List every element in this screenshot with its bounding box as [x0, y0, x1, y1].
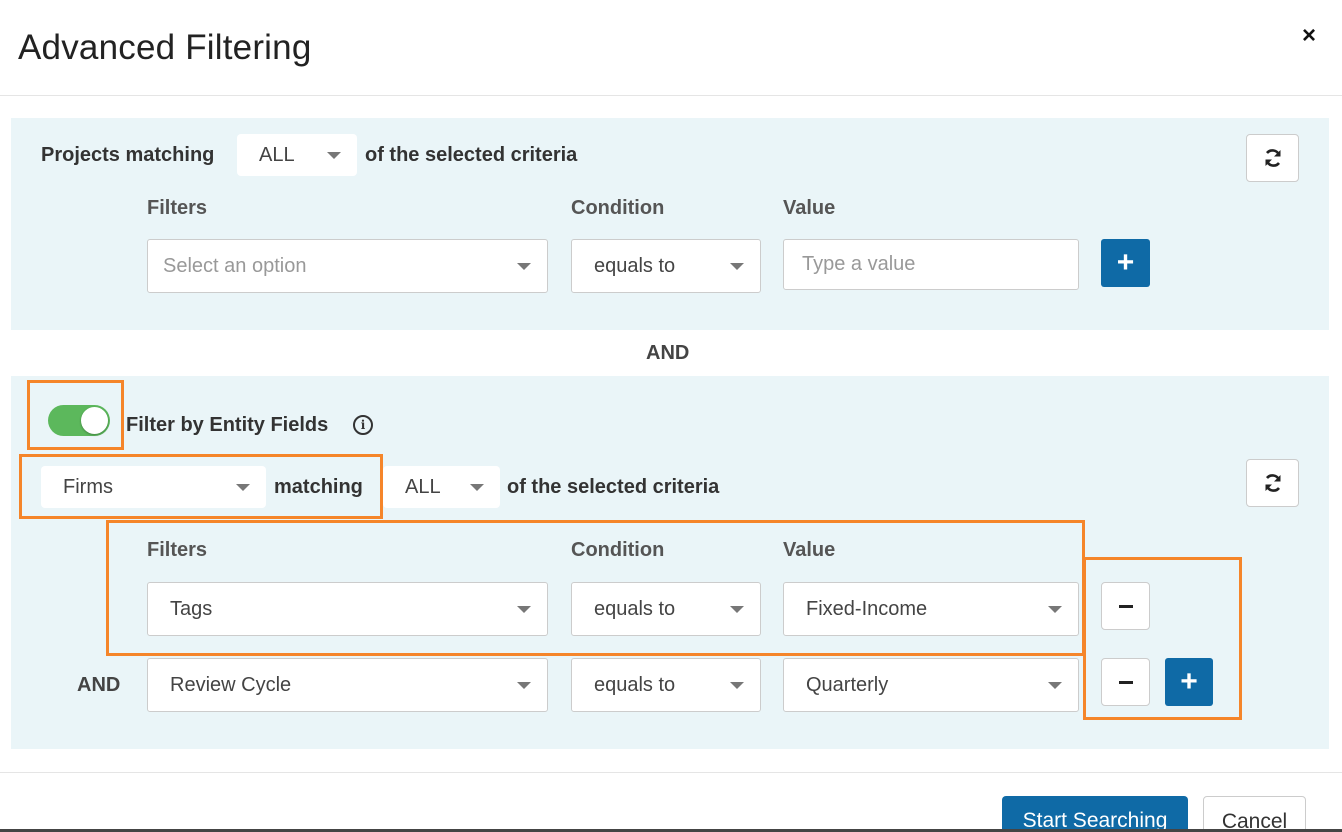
- header-divider: [0, 95, 1342, 96]
- projects-condition-header: Condition: [571, 197, 665, 219]
- chevron-down-icon: [730, 606, 744, 613]
- entity-type-select[interactable]: Firms: [41, 466, 266, 508]
- refresh-icon: [1265, 149, 1280, 167]
- refresh-icon: [1265, 474, 1280, 492]
- start-searching-button[interactable]: Start Searching: [1002, 796, 1188, 832]
- entity-row-2-filter-select[interactable]: Review Cycle: [147, 658, 548, 712]
- chevron-down-icon: [730, 682, 744, 689]
- toggle-knob: [81, 407, 108, 434]
- projects-criteria-suffix: of the selected criteria: [365, 144, 578, 166]
- chevron-down-icon: [1048, 682, 1062, 689]
- projects-value-header: Value: [783, 197, 836, 219]
- entity-row-1-condition-select[interactable]: equals to: [571, 582, 761, 636]
- footer-divider: [0, 772, 1342, 773]
- entity-refresh-button[interactable]: [1246, 459, 1299, 507]
- plus-icon: +: [1116, 246, 1135, 279]
- projects-condition-select[interactable]: equals to: [571, 239, 761, 293]
- chevron-down-icon: [236, 484, 250, 491]
- entity-add-filter-button[interactable]: +: [1165, 658, 1213, 706]
- entity-toggle-label: Filter by Entity Fields: [126, 414, 329, 436]
- close-button[interactable]: ×: [1302, 24, 1316, 48]
- chevron-down-icon: [517, 263, 531, 270]
- projects-condition-value: equals to: [594, 254, 676, 277]
- entity-row-1-filter-value: Tags: [170, 597, 213, 620]
- entity-filters-header: Filters: [147, 539, 208, 561]
- entity-row-1-filter-select[interactable]: Tags: [147, 582, 548, 636]
- entity-fields-toggle[interactable]: [48, 405, 110, 436]
- projects-match-mode-select[interactable]: ALL: [237, 134, 357, 176]
- cancel-button[interactable]: Cancel: [1203, 796, 1306, 832]
- entity-matching-label: matching: [274, 476, 363, 498]
- projects-filters-header: Filters: [147, 197, 208, 219]
- projects-match-mode-value: ALL: [259, 143, 295, 166]
- info-icon[interactable]: i: [353, 415, 373, 435]
- entity-match-mode-select[interactable]: ALL: [383, 466, 500, 508]
- modal-title: Advanced Filtering: [18, 28, 312, 67]
- entity-value-header: Value: [783, 539, 836, 561]
- chevron-down-icon: [327, 152, 341, 159]
- entity-row-2-joiner: AND: [77, 674, 121, 696]
- section-joiner-label: AND: [646, 342, 690, 364]
- chevron-down-icon: [1048, 606, 1062, 613]
- chevron-down-icon: [517, 606, 531, 613]
- projects-filter-placeholder: Select an option: [163, 254, 307, 277]
- chevron-down-icon: [517, 682, 531, 689]
- entity-row-1-condition-value: equals to: [594, 597, 676, 620]
- projects-value-input[interactable]: [783, 239, 1079, 290]
- entity-condition-header: Condition: [571, 539, 665, 561]
- info-glyph: i: [360, 418, 366, 432]
- plus-icon: +: [1180, 665, 1198, 698]
- entity-row-2-value: Quarterly: [806, 673, 889, 696]
- entity-row-1-value-select[interactable]: Fixed-Income: [783, 582, 1079, 636]
- minus-icon: [1118, 680, 1133, 684]
- entity-row-2-remove-button[interactable]: [1101, 658, 1150, 706]
- entity-row-2-condition-value: equals to: [594, 673, 676, 696]
- entity-criteria-suffix: of the selected criteria: [507, 476, 720, 498]
- minus-icon: [1118, 604, 1133, 608]
- projects-filter-select[interactable]: Select an option: [147, 239, 548, 293]
- entity-row-1-value: Fixed-Income: [806, 597, 928, 620]
- entity-row-2-condition-select[interactable]: equals to: [571, 658, 761, 712]
- entity-row-1-remove-button[interactable]: [1101, 582, 1150, 630]
- entity-row-2-filter-value: Review Cycle: [170, 673, 292, 696]
- projects-matching-label: Projects matching: [41, 144, 215, 166]
- projects-add-filter-button[interactable]: +: [1101, 239, 1150, 287]
- chevron-down-icon: [470, 484, 484, 491]
- projects-refresh-button[interactable]: [1246, 134, 1299, 182]
- entity-match-mode-value: ALL: [405, 475, 441, 498]
- entity-row-2-value-select[interactable]: Quarterly: [783, 658, 1079, 712]
- chevron-down-icon: [730, 263, 744, 270]
- entity-type-value: Firms: [63, 475, 113, 498]
